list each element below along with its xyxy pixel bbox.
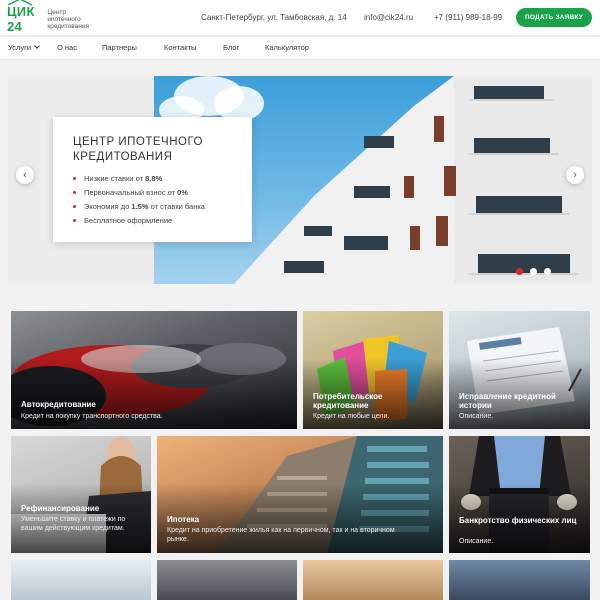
tile-description: Кредит на покупку транспортного средства… (21, 413, 163, 420)
chevron-right-icon: › (573, 169, 577, 181)
benefits-list: Низкие ставки от 8.8% Первоначальный взн… (73, 172, 234, 228)
service-tile-refinance[interactable]: Рефинансирование Уменьшите ставку и плат… (11, 436, 151, 553)
logo-name: ЦИК 24 (7, 4, 35, 34)
top-header: ЦИК 24 Центр ипотечного кредитования Сан… (0, 0, 600, 36)
tile-title: Исправление кредитной истории (459, 392, 556, 410)
service-tile-partial[interactable] (11, 560, 151, 600)
chevron-left-icon: ‹ (23, 169, 27, 181)
nav-label: Калькулятор (265, 43, 309, 52)
nav-item-blog[interactable]: Блог (223, 43, 239, 52)
nav-label: Партнеры (102, 43, 137, 52)
apply-button[interactable]: Подать заявку (516, 8, 592, 27)
nav-item-services[interactable]: Услуги (8, 43, 40, 52)
nav-item-calculator[interactable]: Калькулятор (265, 43, 309, 52)
tile-description: Описание. (459, 413, 494, 420)
tile-title: Рефинансирование (21, 504, 100, 513)
hero-title: Центр ипотечного кредитования (73, 135, 234, 165)
nav-label: Блог (223, 43, 240, 52)
logo-sub-line: Центр (47, 8, 66, 16)
service-tile-consumer[interactable]: Потребительское кредитование Кредит на л… (303, 311, 443, 429)
nav-item-partners[interactable]: Партнеры (102, 43, 137, 52)
slider-dot[interactable] (530, 268, 537, 275)
service-tile-bankruptcy[interactable]: Банкротство физических лиц Описание. (449, 436, 590, 553)
tile-description: Описание. (459, 538, 494, 545)
logo-mark: ЦИК 24 (7, 0, 42, 34)
logo-sub-line: кредитования (47, 22, 89, 30)
nav-item-contacts[interactable]: Контакты (164, 43, 196, 52)
nav-label: Услуги (8, 43, 32, 52)
logo-sub-line: ипотечного (47, 15, 81, 23)
nav-label: Контакты (164, 43, 197, 52)
nav-label: О нас (57, 43, 77, 52)
hero-title-line: кредитования (73, 151, 173, 163)
phone-link[interactable]: +7 (911) 989-18-99 (434, 13, 502, 22)
house-roof-icon (7, 0, 33, 6)
promo-card: Центр ипотечного кредитования Низкие ста… (53, 117, 252, 242)
service-tile-mortgage[interactable]: Ипотека Кредит на приобретение жилья как… (157, 436, 443, 553)
slider-next-button[interactable]: › (566, 166, 584, 184)
benefit-item: Первоначальный взнос от 0% (73, 186, 234, 200)
main-nav: Услуги О нас Партнеры Контакты Блог Каль… (0, 37, 600, 60)
logo[interactable]: ЦИК 24 Центр ипотечного кредитования (7, 0, 89, 34)
service-tile-credit-history[interactable]: Исправление кредитной истории Описание. (449, 311, 590, 429)
service-tile-auto[interactable]: Автокредитование Кредит на покупку транс… (11, 311, 297, 429)
benefit-item: Экономия до 1.5% от ставки банка (73, 200, 234, 214)
address-text: Санкт-Петербург, ул. Тамбовская, д. 14 (201, 13, 347, 22)
tile-description: Уменьшите ставку и платежи по вашим дейс… (21, 516, 126, 532)
tile-title: Ипотека (167, 515, 200, 524)
service-tile-partial[interactable] (303, 560, 443, 600)
logo-subtitle: Центр ипотечного кредитования (47, 9, 89, 30)
benefit-item: Бесплатное оформление (73, 214, 234, 228)
slider-dot[interactable] (544, 268, 551, 275)
benefit-item: Низкие ставки от 8.8% (73, 172, 234, 186)
tile-title: Потребительское кредитование (313, 392, 383, 410)
slider-dot[interactable] (516, 268, 523, 275)
tile-description: Кредит на любые цели. (313, 413, 390, 420)
nav-item-about[interactable]: О нас (57, 43, 77, 52)
tile-description: Кредит на приобретение жилья как на перв… (167, 527, 395, 543)
slider-dots (516, 268, 551, 275)
hero-title-line: Центр ипотечного (73, 136, 203, 148)
tile-title: Автокредитование (21, 400, 96, 409)
service-tile-partial[interactable] (449, 560, 590, 600)
email-link[interactable]: info@cik24.ru (364, 13, 413, 22)
chevron-down-icon (34, 43, 40, 49)
tile-title: Банкротство физических лиц (459, 516, 577, 525)
service-tile-partial[interactable] (157, 560, 297, 600)
slider-prev-button[interactable]: ‹ (16, 166, 34, 184)
